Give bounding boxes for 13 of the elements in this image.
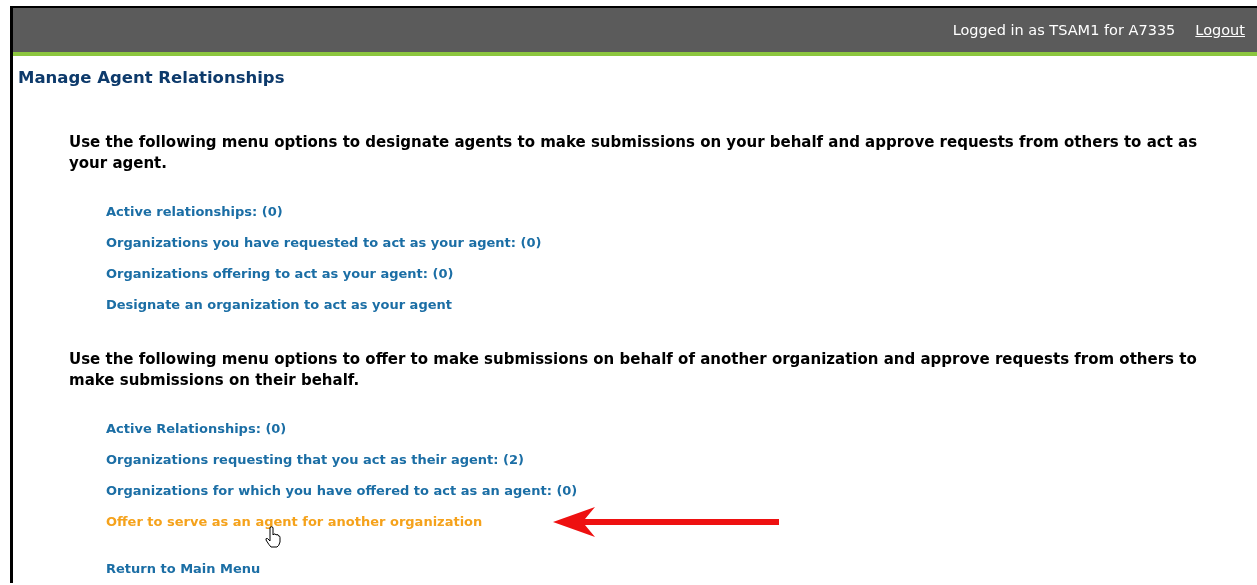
menu-link[interactable]: Organizations for which you have offered to act as an agent: (0)	[106, 482, 578, 499]
menu-link[interactable]: Organizations you have requested to act as your agent: (0)	[106, 234, 542, 251]
section-intro: Use the following menu options to designate agents to make submissions on your behalf and approve requests from others to act as your agent.	[69, 132, 1199, 174]
menu-link[interactable]: Active relationships: (0)	[106, 203, 283, 220]
menu-link[interactable]: Organizations requesting that you act as their agent: (2)	[106, 451, 524, 468]
page-title: Manage Agent Relationships	[18, 68, 286, 88]
logout-link[interactable]: Logout	[1195, 22, 1245, 38]
menu-link[interactable]: Designate an organization to act as your agent	[106, 296, 452, 313]
login-status: Logged in as TSAM1 for A7335	[952, 22, 1176, 38]
menu-link[interactable]: Active Relationships: (0)	[106, 420, 287, 437]
menu-link[interactable]: Organizations offering to act as your agent: (0)	[106, 265, 454, 282]
return-link[interactable]: Return to Main Menu	[106, 559, 1257, 579]
section-intro: Use the following menu options to offer to make submissions on behalf of another organization and approve requests from others to make submissions on their behalf.	[69, 349, 1198, 391]
